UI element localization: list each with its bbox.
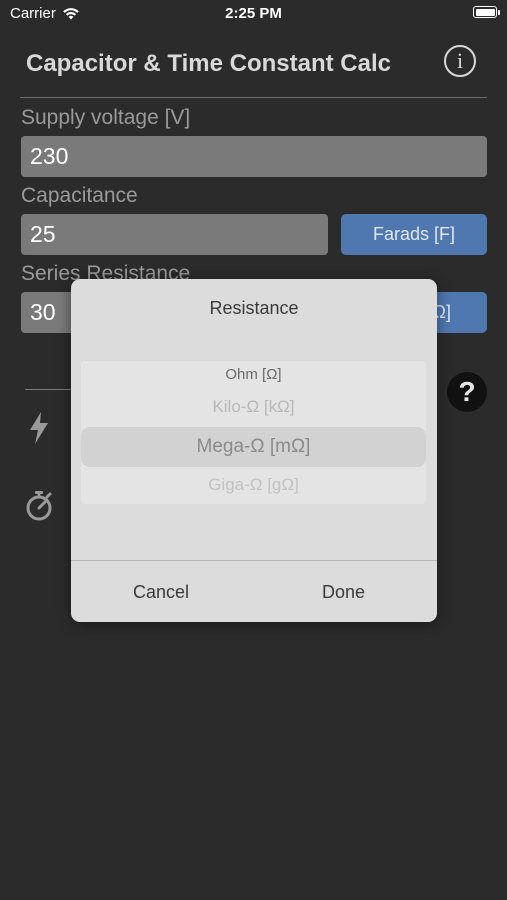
cancel-button[interactable]: Cancel [133,582,189,603]
dialog-button-divider [71,560,437,561]
picker-option[interactable]: Kilo-Ω [kΩ] [81,397,426,417]
resistance-unit-dialog: Resistance Ohm [Ω] Kilo-Ω [kΩ] Mega-Ω [m… [71,279,437,622]
done-button[interactable]: Done [322,582,365,603]
dialog-title: Resistance [209,298,299,318]
picker-option[interactable]: Ohm [Ω] [81,366,426,383]
app-screen: Carrier 2:25 PM Capacitor & Time Constan… [0,0,507,900]
picker-option[interactable]: Giga-Ω [gΩ] [81,475,426,495]
picker-option-selected[interactable]: Mega-Ω [mΩ] [81,436,426,458]
unit-picker[interactable]: Ohm [Ω] Kilo-Ω [kΩ] Mega-Ω [mΩ] Giga-Ω [… [81,361,426,504]
